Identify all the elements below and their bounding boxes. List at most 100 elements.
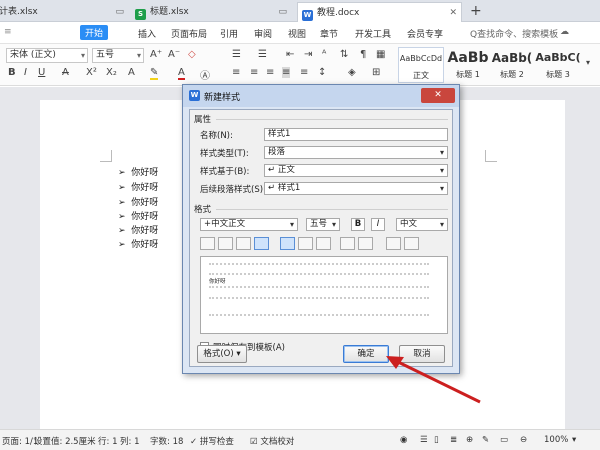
underline-icon[interactable]: U bbox=[38, 67, 45, 78]
style-type-select[interactable]: 段落 bbox=[264, 146, 448, 159]
double-spacing-button[interactable] bbox=[316, 237, 331, 250]
menu-icon[interactable]: ≡ bbox=[4, 27, 12, 37]
chinese-layout-icon[interactable]: ᴬ bbox=[322, 49, 326, 60]
increase-indent-icon[interactable]: ⇥ bbox=[304, 49, 312, 60]
next-style-select[interactable]: ↵ 样式1 bbox=[264, 182, 448, 195]
style-heading-3[interactable]: AaBbC( 标题 3 bbox=[534, 47, 582, 83]
align-right-button[interactable] bbox=[236, 237, 251, 250]
table-tools-icon[interactable]: ▦ bbox=[376, 49, 385, 60]
one-half-spacing-button[interactable] bbox=[298, 237, 313, 250]
bold-icon[interactable]: B bbox=[8, 67, 16, 78]
web-view-icon[interactable]: ⊕ bbox=[466, 435, 473, 445]
menu-references[interactable]: 引用 bbox=[220, 27, 238, 40]
text-effect-icon[interactable]: A bbox=[128, 67, 135, 78]
list-item[interactable]: ➢ 你好呀 bbox=[118, 180, 158, 193]
char-border-icon[interactable]: Ⓐ bbox=[200, 67, 210, 82]
page-view-icon[interactable]: ▯ bbox=[434, 435, 439, 445]
space-before-button[interactable] bbox=[340, 237, 355, 250]
justify-button[interactable] bbox=[254, 237, 269, 250]
style-heading-2[interactable]: AaBb( 标题 2 bbox=[490, 47, 534, 83]
close-icon[interactable]: ✕ bbox=[449, 3, 457, 22]
align-left-icon[interactable]: ≡ bbox=[232, 67, 240, 78]
zoom-level[interactable]: 100% bbox=[544, 435, 568, 445]
clear-format-icon[interactable]: ◇ bbox=[188, 49, 196, 60]
font-select[interactable]: +中文正文 bbox=[200, 218, 298, 231]
search-command-input[interactable]: Q查找命令、搜索模板 bbox=[470, 27, 558, 40]
menu-chapter[interactable]: 章节 bbox=[320, 27, 338, 40]
list-item[interactable]: ➢ 你好呀 bbox=[118, 165, 158, 178]
tab-spreadsheet-2[interactable]: S 标题.xlsx ▭ bbox=[131, 2, 291, 22]
word-count-status[interactable]: 字数: 18 bbox=[150, 435, 183, 447]
subscript-icon[interactable]: X₂ bbox=[106, 67, 117, 78]
bold-button[interactable]: B bbox=[351, 218, 365, 231]
outline-view-icon[interactable]: ≣ bbox=[450, 435, 457, 445]
edit-view-icon[interactable]: ✎ bbox=[482, 435, 489, 445]
italic-icon[interactable]: I bbox=[24, 67, 27, 78]
shrink-font-icon[interactable]: A⁻ bbox=[168, 49, 180, 60]
menu-start[interactable]: 开始 bbox=[80, 25, 109, 40]
decrease-indent-button[interactable] bbox=[386, 237, 401, 250]
superscript-icon[interactable]: X² bbox=[86, 67, 97, 78]
list-item[interactable]: ➢ 你好呀 bbox=[118, 195, 158, 208]
tab-pin-icon[interactable]: ▭ bbox=[278, 2, 287, 22]
reading-mode-icon[interactable]: ▭ bbox=[500, 435, 508, 445]
style-sample: AaBbC( bbox=[535, 51, 581, 64]
list-item[interactable]: ➢ 你好呀 bbox=[118, 223, 158, 236]
layout-view-icon[interactable]: ☰ bbox=[420, 435, 428, 445]
menu-member[interactable]: 会员专享 bbox=[407, 27, 443, 40]
doc-check-status[interactable]: ☑ 文档校对 bbox=[250, 435, 294, 447]
menu-developer[interactable]: 开发工具 bbox=[355, 27, 391, 40]
decrease-indent-icon[interactable]: ⇤ bbox=[286, 49, 294, 60]
language-select[interactable]: 中文 bbox=[396, 218, 448, 231]
menu-view[interactable]: 视图 bbox=[288, 27, 306, 40]
border-icon[interactable]: ⊞ bbox=[372, 67, 380, 78]
menu-page-layout[interactable]: 页面布局 bbox=[171, 27, 207, 40]
based-on-select[interactable]: ↵ 正文 bbox=[264, 164, 448, 177]
align-center-icon[interactable]: ≡ bbox=[250, 67, 258, 78]
tab-spreadsheet-1[interactable]: 统计表.xlsx ▭ bbox=[0, 2, 128, 22]
list-item[interactable]: ➢ 你好呀 bbox=[118, 237, 158, 250]
single-spacing-button[interactable] bbox=[280, 237, 295, 250]
highlight-icon[interactable]: ✎ bbox=[150, 67, 159, 80]
font-size-select[interactable]: 五号 bbox=[92, 48, 144, 63]
cloud-icon[interactable]: ☁ bbox=[560, 27, 569, 37]
list-item[interactable]: ➢ 你好呀 bbox=[118, 209, 158, 222]
new-tab-icon[interactable]: + bbox=[470, 3, 482, 19]
spell-check-status[interactable]: ✓ 拼写检查 bbox=[190, 435, 234, 447]
italic-button[interactable]: I bbox=[371, 218, 385, 231]
line-spacing-icon[interactable]: ↕ bbox=[318, 67, 326, 78]
numbered-list-icon[interactable]: ☰ bbox=[258, 49, 267, 60]
dialog-titlebar[interactable]: W 新建样式 ✕ bbox=[183, 85, 459, 107]
close-icon[interactable]: ✕ bbox=[421, 88, 455, 103]
strikethrough-icon[interactable]: A bbox=[62, 67, 69, 78]
align-center-button[interactable] bbox=[218, 237, 233, 250]
justify-icon[interactable]: ≡ bbox=[282, 67, 291, 78]
increase-indent-button[interactable] bbox=[404, 237, 419, 250]
menu-review[interactable]: 审阅 bbox=[254, 27, 272, 40]
tab-document[interactable]: W 教程.docx ✕ bbox=[297, 2, 462, 22]
menu-insert[interactable]: 插入 bbox=[138, 27, 156, 40]
align-left-button[interactable] bbox=[200, 237, 215, 250]
show-marks-icon[interactable]: ¶ bbox=[360, 49, 366, 60]
align-right-icon[interactable]: ≡ bbox=[266, 67, 274, 78]
distribute-icon[interactable]: ≡ bbox=[300, 67, 308, 78]
format-button[interactable]: 格式(O) ▾ bbox=[197, 345, 247, 363]
grow-font-icon[interactable]: A⁺ bbox=[150, 49, 162, 60]
zoom-dropdown-icon[interactable]: ▾ bbox=[572, 435, 576, 445]
style-name-input[interactable]: 样式1 bbox=[264, 128, 448, 141]
tab-pin-icon[interactable]: ▭ bbox=[115, 2, 124, 22]
bullet-list-icon[interactable]: ☰ bbox=[232, 49, 241, 60]
style-label: 标题 1 bbox=[456, 70, 480, 79]
style-normal[interactable]: AaBbCcDd 正文 bbox=[398, 47, 444, 83]
zoom-out-icon[interactable]: ⊖ bbox=[520, 435, 527, 445]
font-color-icon[interactable]: A bbox=[178, 67, 185, 80]
styles-more-icon[interactable]: ▾ bbox=[586, 58, 590, 67]
style-heading-1[interactable]: AaBb 标题 1 bbox=[446, 47, 490, 83]
sort-icon[interactable]: ⇅ bbox=[340, 49, 348, 60]
shading-icon[interactable]: ◈ bbox=[348, 67, 356, 78]
page-of-status[interactable]: 页面: 1/1 bbox=[2, 435, 38, 447]
font-name-select[interactable]: 宋体 (正文) bbox=[6, 48, 88, 63]
size-select[interactable]: 五号 bbox=[306, 218, 340, 231]
eye-protection-icon[interactable]: ◉ bbox=[400, 435, 407, 445]
space-after-button[interactable] bbox=[358, 237, 373, 250]
